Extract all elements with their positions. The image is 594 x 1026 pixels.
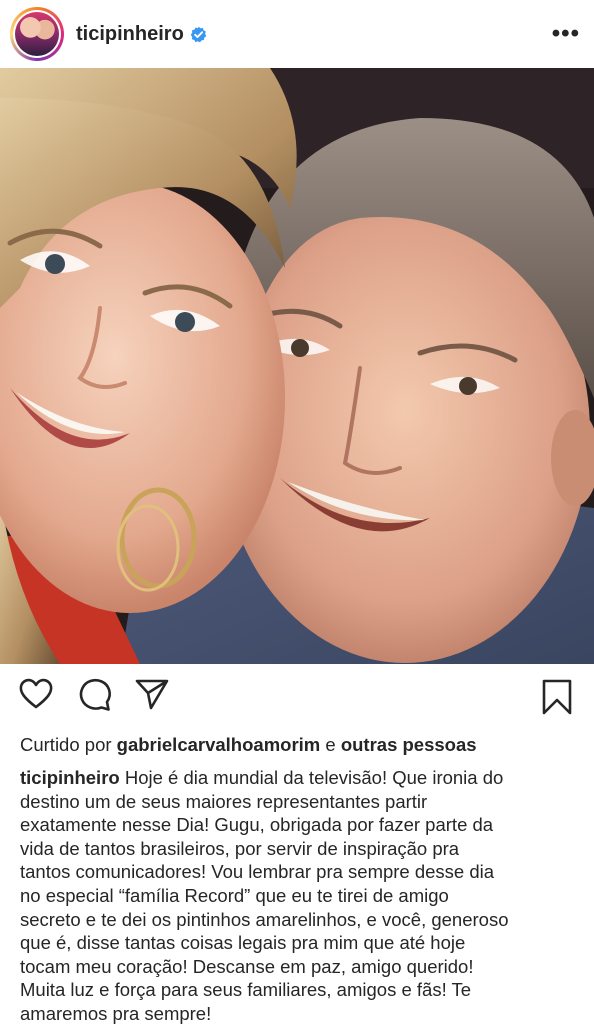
- likes-joiner: e: [325, 734, 336, 755]
- selfie-image: [0, 68, 594, 664]
- likes-others-link[interactable]: outras pessoas: [341, 734, 477, 755]
- likes-prefix: Curtido por: [20, 734, 112, 755]
- post-caption: ticipinheiro Hoje é dia mundial da telev…: [20, 766, 580, 1026]
- post-photo[interactable]: [0, 68, 594, 664]
- heart-icon[interactable]: [18, 676, 54, 712]
- profile-avatar[interactable]: [10, 7, 64, 61]
- comment-icon[interactable]: [77, 676, 113, 712]
- liker-username[interactable]: gabrielcarvalhoamorim: [117, 734, 321, 755]
- more-options-icon[interactable]: •••: [552, 20, 580, 48]
- caption-username[interactable]: ticipinheiro: [20, 767, 120, 788]
- avatar-image: [15, 12, 59, 56]
- action-bar: [0, 664, 594, 734]
- verified-badge-icon: [190, 26, 207, 42]
- caption-text: Hoje é dia mundial da televisão! Que iro…: [20, 767, 509, 1024]
- post-username[interactable]: ticipinheiro: [76, 23, 184, 46]
- bookmark-icon[interactable]: [540, 678, 574, 716]
- post-header: ticipinheiro •••: [0, 0, 594, 68]
- likes-summary: Curtido por gabrielcarvalhoamorim e outr…: [20, 734, 477, 756]
- paper-plane-icon[interactable]: [134, 676, 170, 712]
